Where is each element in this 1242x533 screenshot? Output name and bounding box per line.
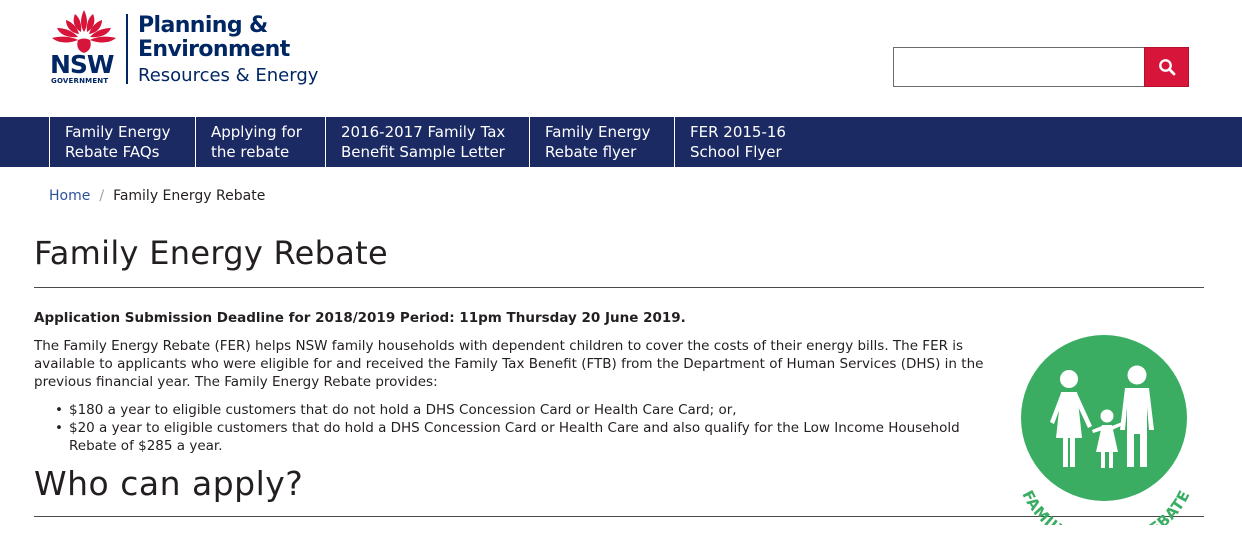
logo-divider bbox=[126, 14, 128, 84]
main-nav: Family Energy Rebate FAQs Applying for t… bbox=[0, 117, 1242, 167]
nav-item-label-line1: Family Energy bbox=[545, 123, 651, 141]
dept-name-line1: Planning & bbox=[138, 13, 268, 38]
site-header: NSW GOVERNMENT Planning & Environment Re… bbox=[0, 0, 1242, 117]
dept-name-line2: Environment bbox=[138, 37, 290, 62]
nsw-wordmark: NSW bbox=[50, 50, 115, 79]
nav-item-label-line1: Applying for bbox=[211, 123, 302, 141]
nav-item-label-line2: School Flyer bbox=[690, 143, 782, 161]
breadcrumb-home-link[interactable]: Home bbox=[49, 188, 90, 204]
nav-item-label-line1: 2016-2017 Family Tax bbox=[341, 123, 506, 141]
breadcrumb-current: Family Energy Rebate bbox=[113, 188, 266, 204]
site-search bbox=[893, 47, 1189, 87]
who-can-apply-heading: Who can apply? bbox=[34, 464, 304, 503]
nav-item-applying[interactable]: Applying for the rebate bbox=[195, 117, 325, 167]
government-wordmark: GOVERNMENT bbox=[51, 77, 109, 85]
nav-item-label-line2: Rebate flyer bbox=[545, 143, 637, 161]
waratah-icon bbox=[52, 10, 116, 53]
breadcrumb-separator: / bbox=[99, 188, 105, 204]
deadline-notice: Application Submission Deadline for 2018… bbox=[34, 310, 686, 326]
nav-item-label-line2: Rebate FAQs bbox=[65, 143, 160, 161]
nav-item-label-line1: Family Energy bbox=[65, 123, 171, 141]
list-item: $20 a year to eligible customers that do… bbox=[55, 419, 995, 455]
nav-item-fer-faqs[interactable]: Family Energy Rebate FAQs bbox=[49, 117, 195, 167]
list-item: $180 a year to eligible customers that d… bbox=[55, 401, 995, 419]
dept-name-line3: Resources & Energy bbox=[138, 65, 319, 86]
nav-item-label-line2: the rebate bbox=[211, 143, 290, 161]
search-input[interactable] bbox=[893, 47, 1145, 87]
nav-item-school-flyer[interactable]: FER 2015-16 School Flyer bbox=[674, 117, 804, 167]
breadcrumb: Home / Family Energy Rebate bbox=[49, 187, 265, 205]
intro-paragraph: The Family Energy Rebate (FER) helps NSW… bbox=[34, 338, 984, 390]
family-energy-rebate-logo: FAMILY ENERGY REBATE bbox=[1018, 335, 1193, 525]
nav-item-flyer[interactable]: Family Energy Rebate flyer bbox=[529, 117, 674, 167]
search-button[interactable] bbox=[1144, 47, 1189, 87]
rebate-amounts-list: $180 a year to eligible customers that d… bbox=[55, 401, 995, 455]
nav-item-label-line1: FER 2015-16 bbox=[690, 123, 786, 141]
search-icon bbox=[1158, 59, 1175, 76]
page-title: Family Energy Rebate bbox=[34, 234, 388, 272]
nav-item-sample-letter[interactable]: 2016-2017 Family Tax Benefit Sample Lett… bbox=[325, 117, 529, 167]
nav-item-label-line2: Benefit Sample Letter bbox=[341, 143, 505, 161]
nsw-planning-logo[interactable]: NSW GOVERNMENT Planning & Environment Re… bbox=[48, 8, 348, 88]
title-divider bbox=[34, 287, 1204, 288]
